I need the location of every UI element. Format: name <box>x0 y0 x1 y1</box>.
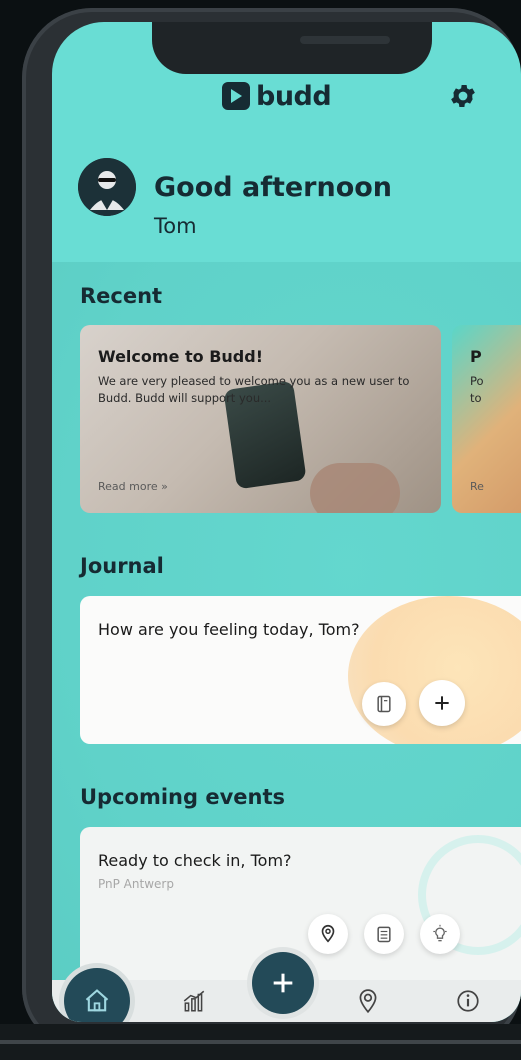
recent-card-title: Welcome to Budd! <box>98 347 263 366</box>
stats-icon <box>183 990 205 1012</box>
tab-info[interactable] <box>438 980 498 1022</box>
add-journal-entry-button[interactable] <box>419 680 465 726</box>
calendar-button[interactable] <box>364 914 404 954</box>
event-title: Ready to check in, Tom? <box>98 851 292 870</box>
info-icon <box>457 990 479 1012</box>
lightbulb-icon <box>433 924 447 942</box>
plus-icon <box>435 696 449 710</box>
app-logo: budd <box>222 76 332 116</box>
username-text: Tom <box>154 214 197 238</box>
user-avatar-icon <box>78 158 136 216</box>
recent-card-title: P <box>470 347 482 366</box>
avatar[interactable] <box>78 158 136 216</box>
recent-section-title: Recent <box>80 284 163 308</box>
recent-card-text: We are very pleased to welcome you as a … <box>98 374 410 405</box>
phone-notch <box>152 22 432 74</box>
journal-section-title: Journal <box>80 554 164 578</box>
recent-card-text: Po to <box>470 374 484 405</box>
read-more-link[interactable]: Read more » <box>98 480 168 493</box>
tab-stats[interactable] <box>164 980 224 1022</box>
tab-location[interactable] <box>338 980 398 1022</box>
home-icon <box>85 989 109 1012</box>
logo-text: budd <box>256 80 332 112</box>
settings-button[interactable] <box>445 78 481 114</box>
journal-prompt: How are you feeling today, Tom? <box>98 620 360 639</box>
recent-card[interactable]: P Po to Re <box>452 325 521 513</box>
bezel-line <box>0 1040 521 1044</box>
events-section-title: Upcoming events <box>80 785 285 809</box>
journal-card[interactable]: How are you feeling today, Tom? <box>80 596 521 744</box>
app-screen: budd Good afternoon Tom Recent Welcome t… <box>52 22 521 1022</box>
gear-icon <box>451 85 475 107</box>
book-icon <box>377 695 391 713</box>
speaker-grille <box>300 36 390 44</box>
location-icon <box>359 989 377 1014</box>
plus-icon <box>273 973 293 993</box>
event-location: PnP Antwerp <box>98 877 174 891</box>
greeting-text: Good afternoon <box>154 172 393 203</box>
calendar-icon <box>377 926 391 943</box>
location-check-button[interactable] <box>308 914 348 954</box>
idea-button[interactable] <box>420 914 460 954</box>
journal-book-button[interactable] <box>362 682 406 726</box>
read-more-link[interactable]: Re <box>470 480 484 493</box>
add-button[interactable] <box>252 952 314 1014</box>
card-photo-hand <box>310 463 400 513</box>
budd-logo-icon <box>222 82 250 110</box>
recent-card[interactable]: Welcome to Budd! We are very pleased to … <box>80 325 441 513</box>
location-check-icon <box>321 924 335 943</box>
